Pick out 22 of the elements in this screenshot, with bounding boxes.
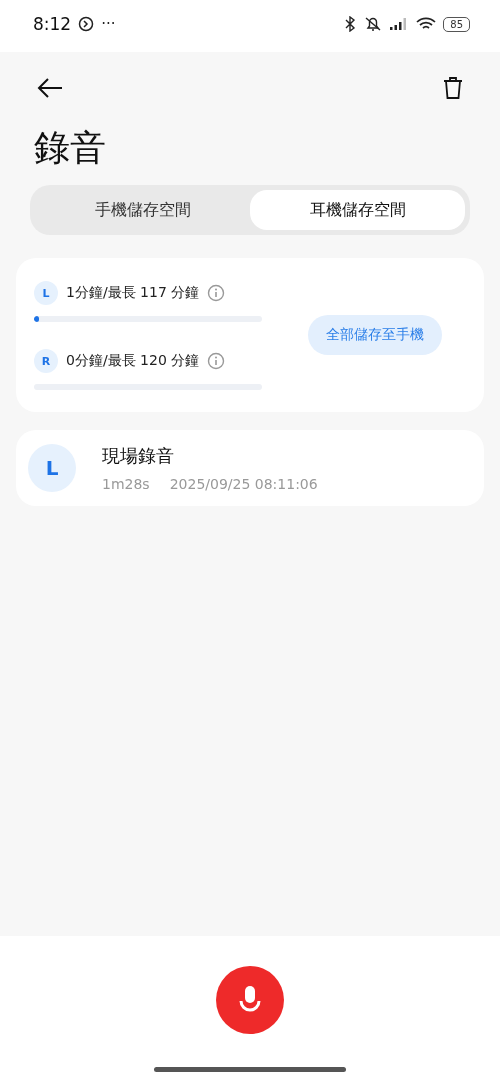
trash-icon[interactable] <box>442 76 464 100</box>
back-icon[interactable] <box>36 77 64 99</box>
wifi-icon <box>416 16 437 32</box>
storage-usage-text: 1分鐘/最長 117 分鐘 <box>66 284 200 303</box>
recording-name: 現場錄音 <box>102 444 175 469</box>
recording-item[interactable]: L 現場錄音 1m28s 2025/09/25 08:11:06 <box>16 430 484 507</box>
channel-avatar: L <box>28 444 76 493</box>
battery-indicator: 85 <box>443 16 470 32</box>
recording-duration: 1m28s <box>102 476 150 493</box>
status-time: 8:12 <box>33 14 72 34</box>
muted-bell-icon <box>364 16 383 32</box>
more-notifications: ··· <box>101 15 116 33</box>
channel-badge: L <box>34 281 58 306</box>
recording-date: 2025/09/25 08:11:06 <box>169 476 318 493</box>
storage-usage-text: 0分鐘/最長 120 分鐘 <box>66 352 200 371</box>
page-title: 錄音 <box>34 126 107 170</box>
storage-tab[interactable]: 手機儲存空間 <box>35 190 250 231</box>
save-all-button[interactable]: 全部儲存至手機 <box>308 315 442 356</box>
storage-tab[interactable]: 耳機儲存空間 <box>250 190 465 231</box>
info-icon[interactable] <box>207 284 226 303</box>
channel-badge: R <box>34 349 58 374</box>
info-icon[interactable] <box>207 352 226 371</box>
